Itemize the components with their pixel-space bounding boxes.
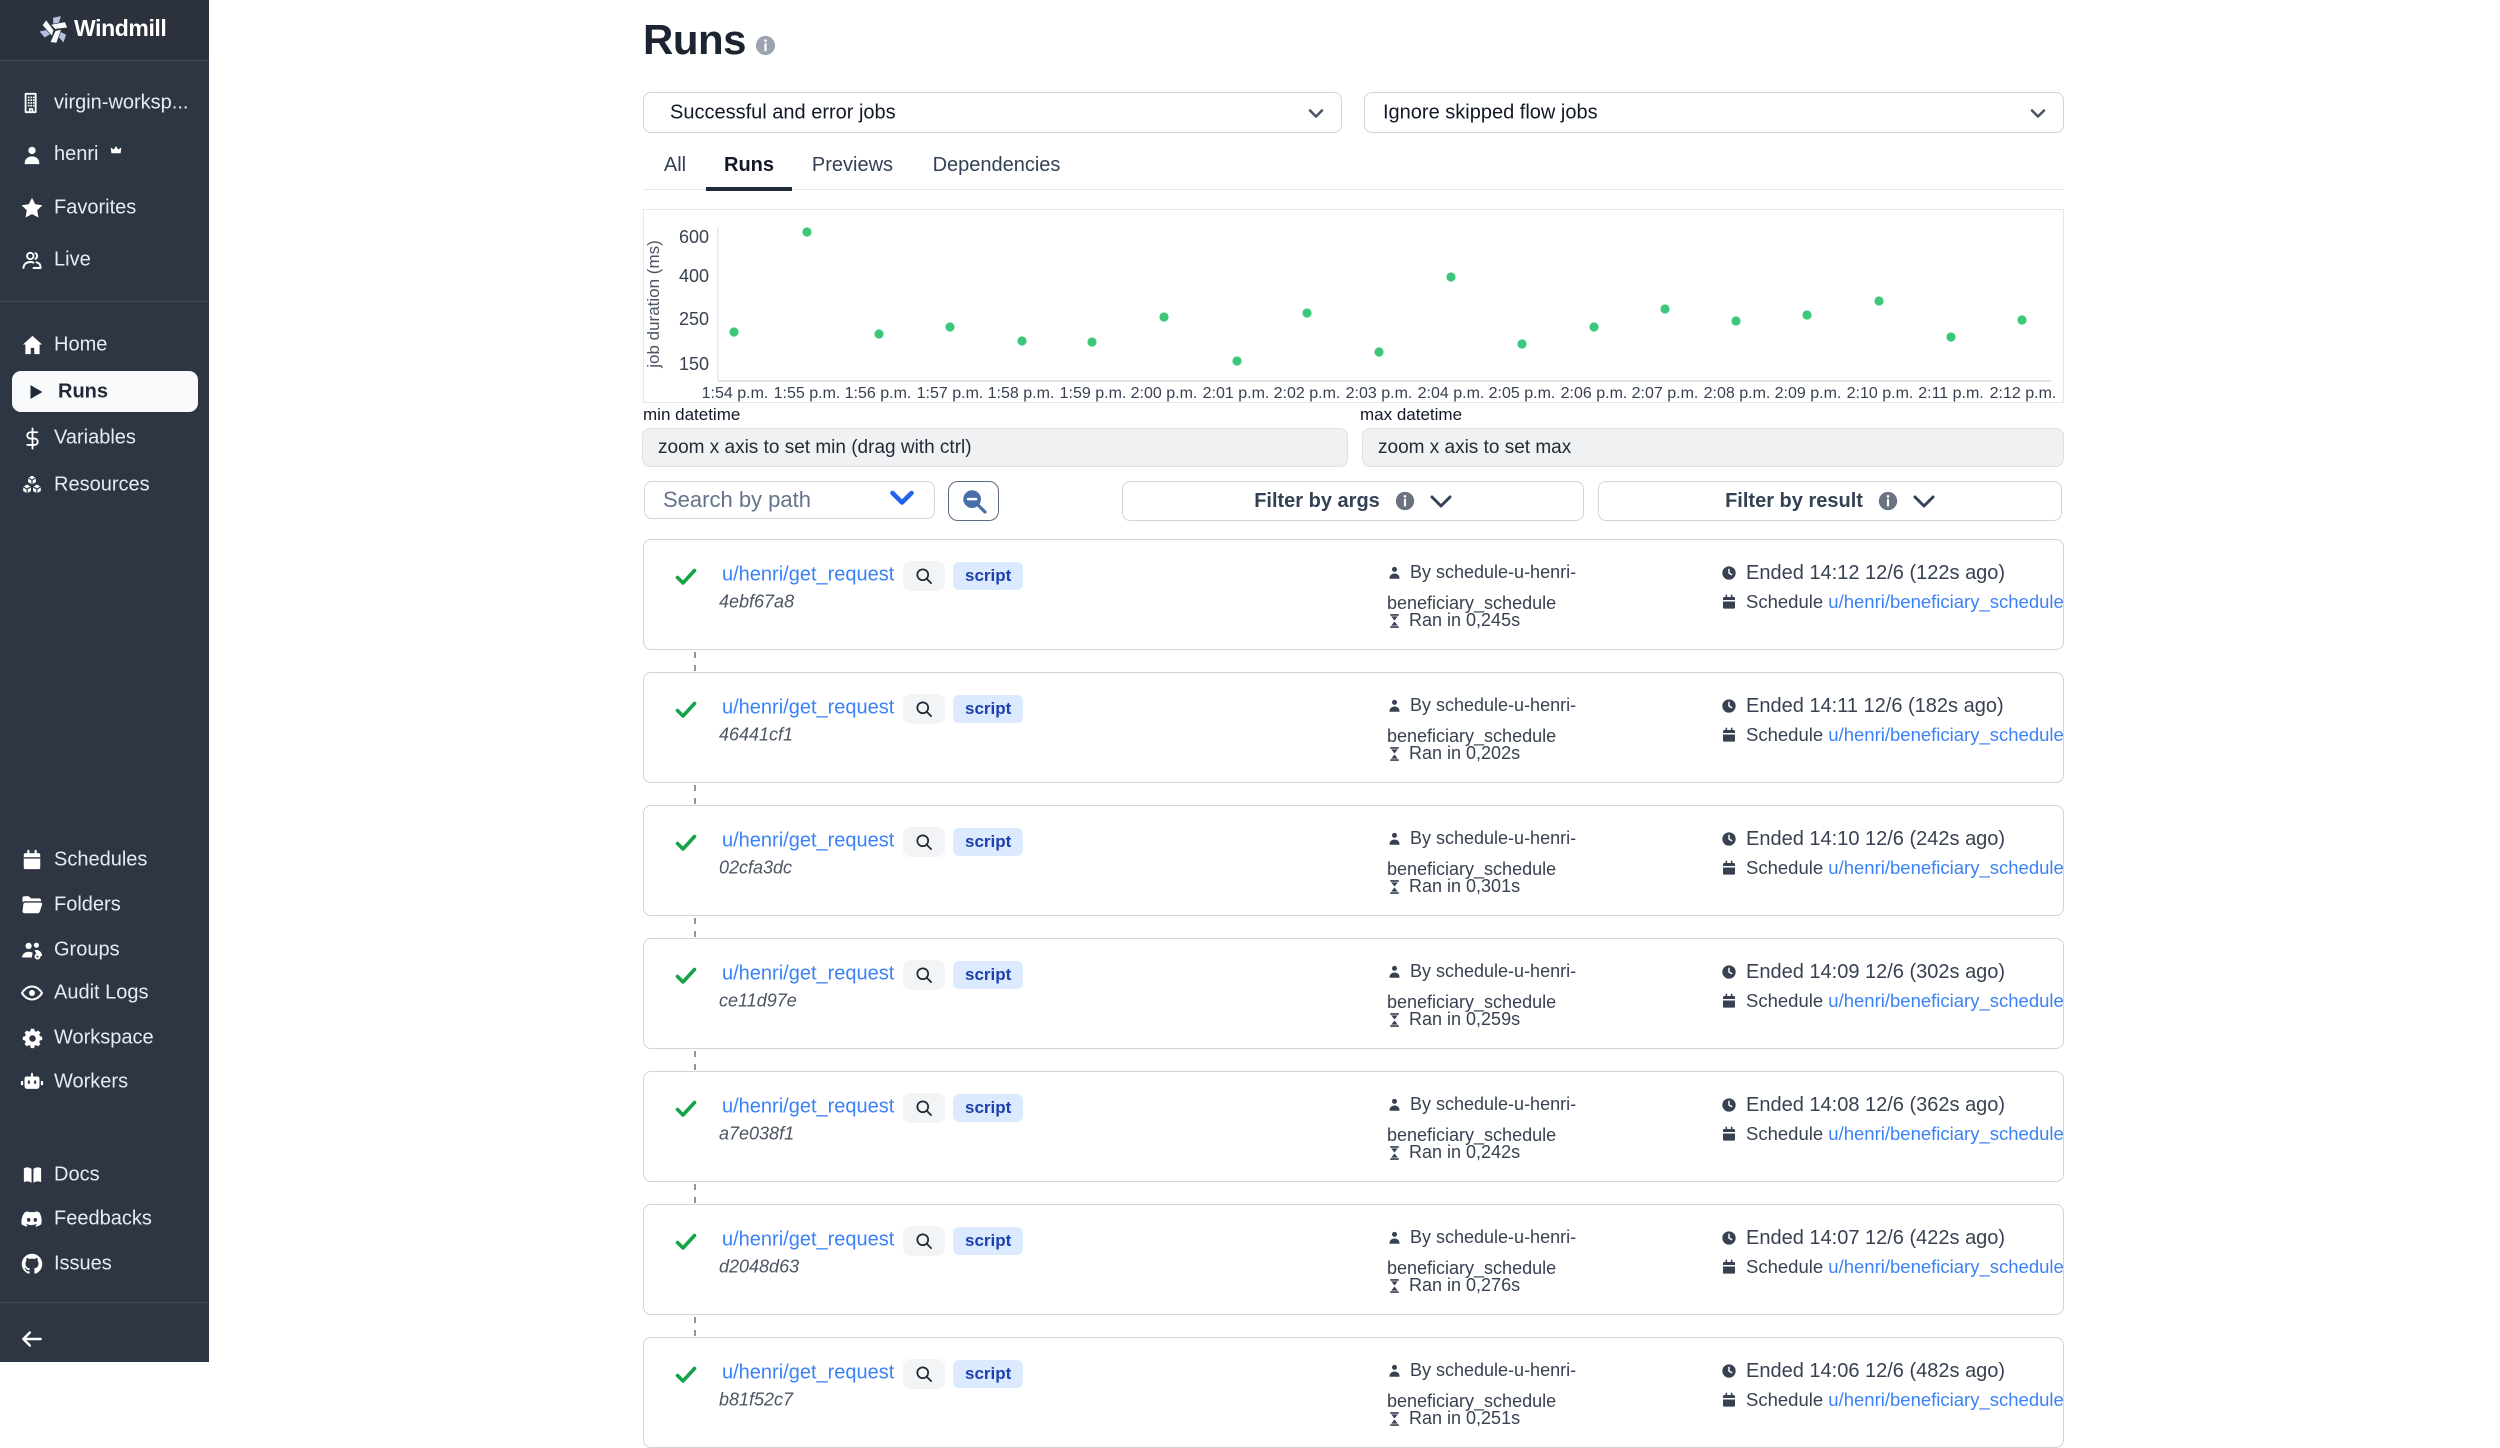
- svg-text:1:55 p.m.: 1:55 p.m.: [774, 385, 841, 402]
- svg-text:2:09 p.m.: 2:09 p.m.: [1775, 385, 1842, 402]
- svg-text:1:59 p.m.: 1:59 p.m.: [1060, 385, 1127, 402]
- svg-text:1:54 p.m.: 1:54 p.m.: [702, 385, 769, 402]
- svg-text:1:57 p.m.: 1:57 p.m.: [917, 385, 984, 402]
- svg-text:2:01 p.m.: 2:01 p.m.: [1203, 385, 1270, 402]
- svg-text:2:03 p.m.: 2:03 p.m.: [1346, 385, 1413, 402]
- svg-text:150: 150: [679, 354, 709, 374]
- svg-text:2:11 p.m.: 2:11 p.m.: [1918, 385, 1984, 402]
- svg-text:job duration (ms): job duration (ms): [644, 240, 663, 369]
- svg-text:2:07 p.m.: 2:07 p.m.: [1632, 385, 1699, 402]
- svg-text:2:08 p.m.: 2:08 p.m.: [1704, 385, 1771, 402]
- svg-text:2:02 p.m.: 2:02 p.m.: [1274, 385, 1341, 402]
- svg-text:1:58 p.m.: 1:58 p.m.: [988, 385, 1055, 402]
- svg-text:2:04 p.m.: 2:04 p.m.: [1418, 385, 1485, 402]
- svg-text:1:56 p.m.: 1:56 p.m.: [845, 385, 912, 402]
- svg-text:2:10 p.m.: 2:10 p.m.: [1847, 385, 1914, 402]
- svg-text:2:12 p.m.: 2:12 p.m.: [1990, 385, 2057, 402]
- svg-text:2:05 p.m.: 2:05 p.m.: [1489, 385, 1556, 402]
- svg-text:600: 600: [679, 227, 709, 247]
- svg-text:400: 400: [679, 266, 709, 286]
- svg-text:2:00 p.m.: 2:00 p.m.: [1131, 385, 1198, 402]
- svg-text:250: 250: [679, 309, 709, 329]
- svg-text:2:06 p.m.: 2:06 p.m.: [1561, 385, 1628, 402]
